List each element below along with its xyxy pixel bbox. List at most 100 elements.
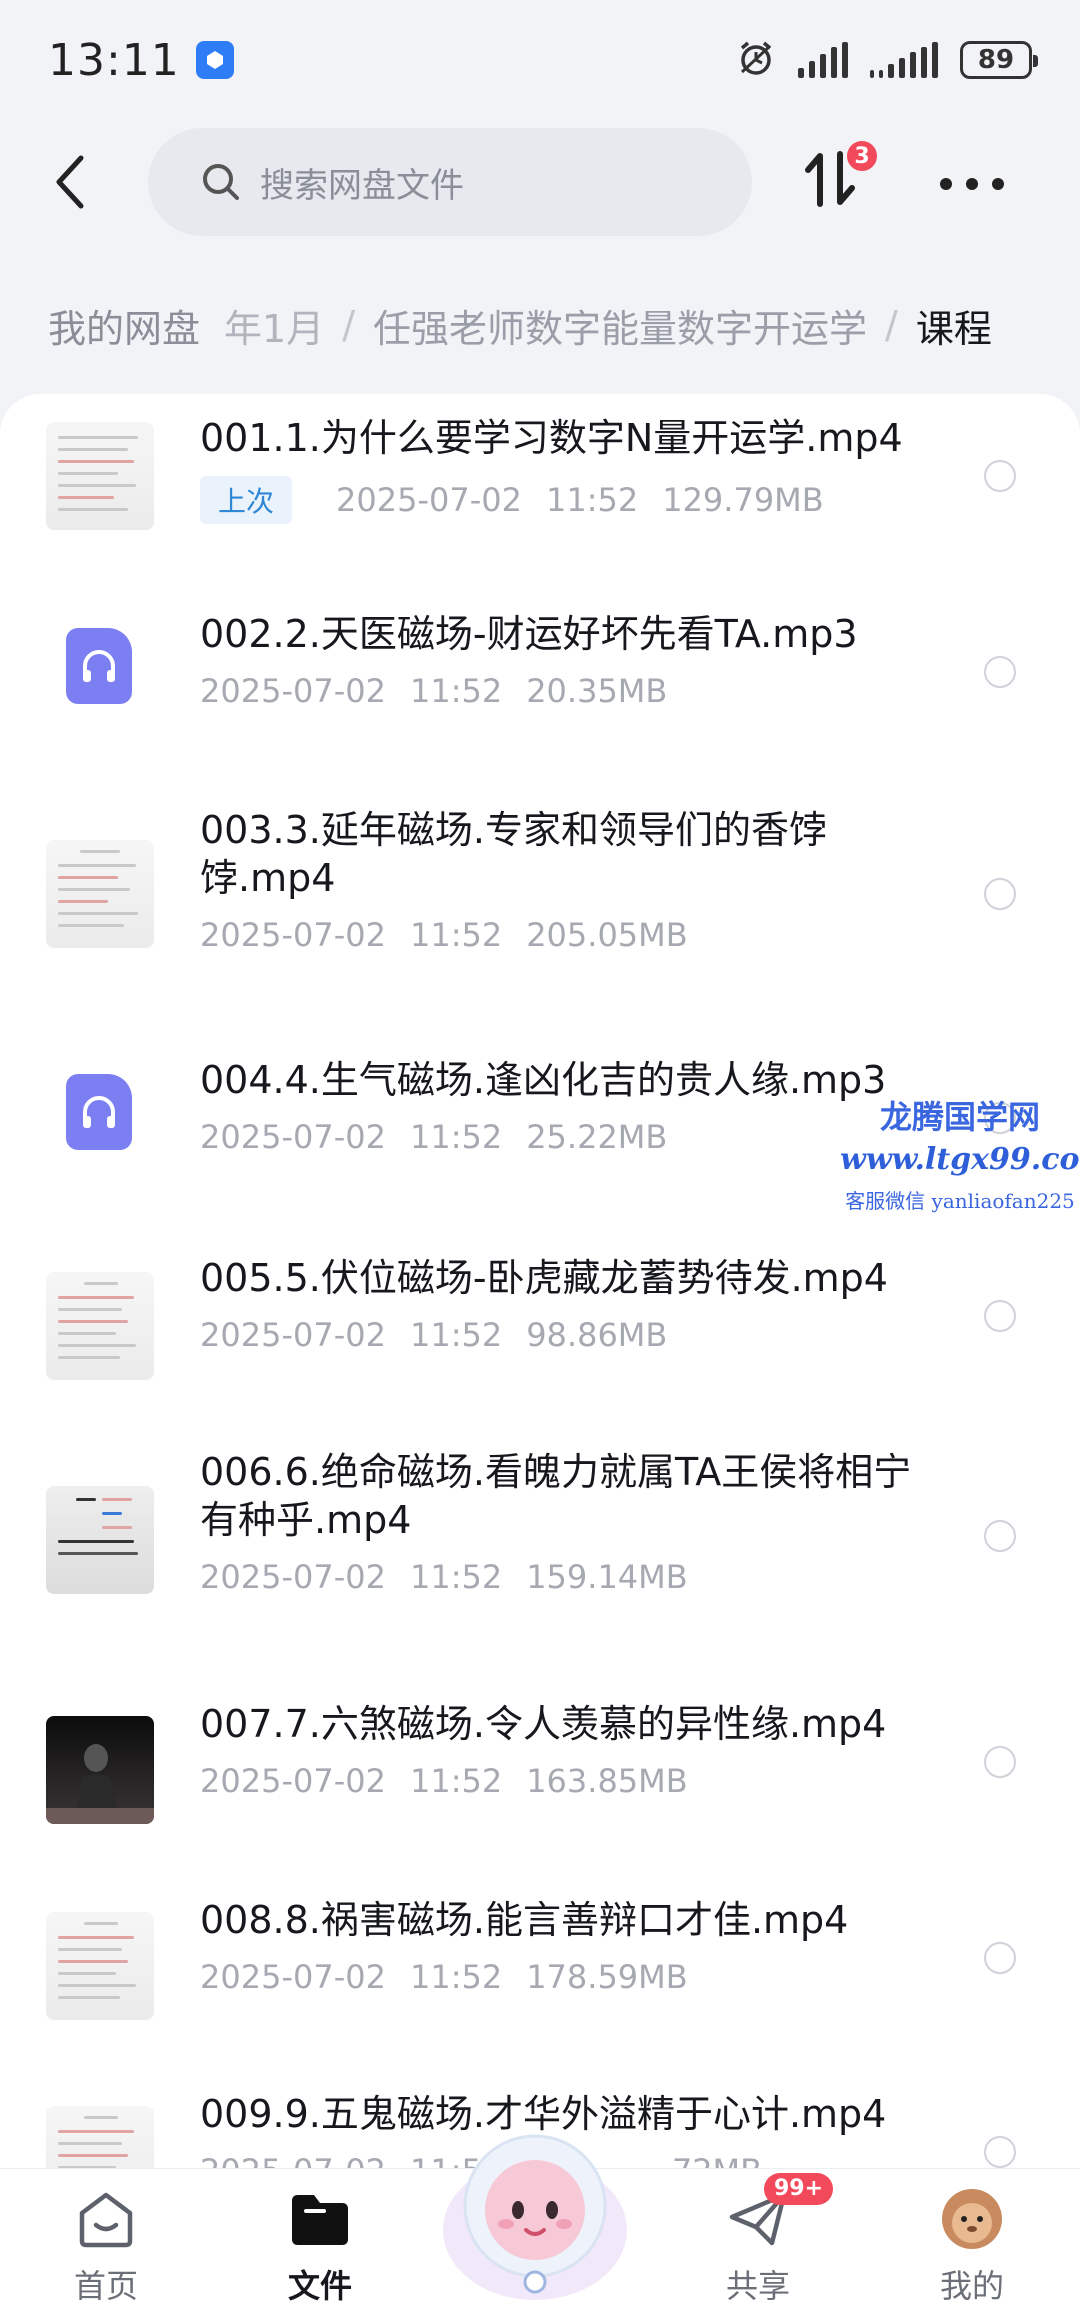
nav-share-label: 共享 xyxy=(725,2267,790,2305)
select-radio[interactable] xyxy=(984,656,1016,688)
transfer-button[interactable]: 3 xyxy=(800,138,880,224)
file-meta: 2025-07-02 11:52 98.86MB xyxy=(200,1316,667,1354)
more-dot xyxy=(940,178,952,190)
search-icon xyxy=(203,164,239,200)
file-meta: 2025-07-02 11:52 25.22MB xyxy=(200,1118,667,1156)
last-opened-tag: 上次 xyxy=(200,476,293,524)
file-time: 11:52 xyxy=(409,1762,503,1800)
breadcrumb-separator: / xyxy=(342,303,356,347)
more-options-button[interactable] xyxy=(940,164,1004,204)
file-date: 2025-07-02 xyxy=(336,481,522,519)
clock: 13:11 xyxy=(48,34,180,86)
file-meta: 2025-07-02 11:52 205.05MB xyxy=(200,916,688,954)
nav-me-label: 我的 xyxy=(939,2267,1004,2305)
file-size: 163.85MB xyxy=(526,1762,688,1800)
file-size: 178.59MB xyxy=(526,1958,688,1996)
chevron-left-icon xyxy=(56,155,84,209)
breadcrumb-root[interactable]: 我的网盘 xyxy=(48,298,200,353)
file-row[interactable]: 003.3.延年磁场.专家和领导们的香饽饽.mp4 2025-07-02 11:… xyxy=(0,786,1080,1036)
select-radio[interactable] xyxy=(984,1746,1016,1778)
file-name: 002.2.天医磁场-财运好坏先看TA.mp3 xyxy=(200,612,858,656)
file-size: 25.22MB xyxy=(526,1118,668,1156)
file-meta: 2025-07-02 11:52 178.59MB xyxy=(200,1958,688,1996)
file-meta: 2025-07-02 11:52 20.35MB xyxy=(200,672,667,710)
select-radio[interactable] xyxy=(984,878,1016,910)
file-list: 001.1.为什么要学习数字N量开运学.mp4 上次 2025-07-02 11… xyxy=(0,394,1080,2184)
file-time: 11:52 xyxy=(545,481,639,519)
file-name: 004.4.生气磁场.逢凶化吉的贵人缘.mp3 xyxy=(200,1058,887,1102)
file-date: 2025-07-02 xyxy=(200,916,386,954)
file-time: 11:52 xyxy=(409,672,503,710)
audio-file-icon xyxy=(66,1074,132,1150)
file-size: 159.14MB xyxy=(526,1558,688,1596)
file-time: 11:52 xyxy=(409,916,503,954)
nav-share[interactable]: 99+ 共享 xyxy=(698,2173,834,2307)
file-name: 003.3.延年磁场.专家和领导们的香饽饽.mp4 xyxy=(200,808,827,900)
share-count-badge: 99+ xyxy=(764,2173,834,2205)
signal-2-icon xyxy=(870,42,938,78)
breadcrumb-current: 课程 xyxy=(915,306,992,351)
file-date: 2025-07-02 xyxy=(200,1958,386,1996)
file-time: 11:52 xyxy=(409,1316,503,1354)
file-row[interactable]: 005.5.伏位磁场-卧虎藏龙蓄势待发.mp4 2025-07-02 11:52… xyxy=(0,1232,1080,1428)
file-time: 11:52 xyxy=(409,1558,503,1596)
file-meta: 2025-07-02 11:52 159.14MB xyxy=(200,1558,688,1596)
app-notification-icon xyxy=(195,41,234,79)
nav-home[interactable]: 首页 xyxy=(46,2187,166,2307)
file-row[interactable]: 001.1.为什么要学习数字N量开运学.mp4 上次 2025-07-02 11… xyxy=(0,394,1080,590)
file-thumbnail xyxy=(46,1912,154,2020)
file-date: 2025-07-02 xyxy=(200,672,386,710)
file-row[interactable]: 008.8.祸害磁场.能言善辩口才佳.mp4 2025-07-02 11:52 … xyxy=(0,1874,1080,2070)
select-radio[interactable] xyxy=(984,1300,1016,1332)
file-size: 98.86MB xyxy=(526,1316,668,1354)
breadcrumb-separator: / xyxy=(885,303,898,347)
file-meta: 上次 2025-07-02 11:52 129.79MB xyxy=(200,476,824,524)
nav-files[interactable]: 文件 xyxy=(260,2187,380,2307)
file-date: 2025-07-02 xyxy=(200,1558,386,1596)
breadcrumb-parent[interactable]: 任强老师数字能量数字开运学 xyxy=(373,298,867,353)
more-dot xyxy=(992,178,1004,190)
file-size: 205.05MB xyxy=(526,916,688,954)
file-date: 2025-07-02 xyxy=(200,1762,386,1800)
file-meta: 2025-07-02 11:52 163.85MB xyxy=(200,1762,688,1800)
folder-icon xyxy=(288,2187,352,2251)
file-row[interactable]: 006.6.绝命磁场.看魄力就属TA王侯将相宁有种乎.mp4 2025-07-0… xyxy=(0,1428,1080,1678)
breadcrumb: 我的网盘 年1月 / 任强老师数字能量数字开运学 / 课程 xyxy=(0,280,1080,370)
nav-home-label: 首页 xyxy=(73,2267,138,2305)
file-row[interactable]: 007.7.六煞磁场.令人羡慕的异性缘.mp4 2025-07-02 11:52… xyxy=(0,1678,1080,1874)
breadcrumb-partial[interactable]: 年1月 xyxy=(224,298,324,353)
file-name: 006.6.绝命磁场.看魄力就属TA王侯将相宁有种乎.mp4 xyxy=(200,1450,912,1542)
mascot-icon xyxy=(443,2134,627,2300)
nav-me[interactable]: 我的 xyxy=(912,2187,1032,2307)
file-thumbnail xyxy=(46,1272,154,1380)
file-size: 129.79MB xyxy=(662,481,824,519)
file-name: 008.8.祸害磁场.能言善辩口才佳.mp4 xyxy=(200,1898,849,1942)
ai-assistant-mascot-button[interactable] xyxy=(430,2110,640,2310)
file-thumbnail xyxy=(46,1486,154,1594)
search-placeholder: 搜索网盘文件 xyxy=(260,165,464,206)
headphones-icon xyxy=(83,1096,115,1128)
file-date: 2025-07-02 xyxy=(200,1316,386,1354)
file-thumbnail xyxy=(46,422,154,530)
file-thumbnail xyxy=(46,840,154,948)
file-name: 001.1.为什么要学习数字N量开运学.mp4 xyxy=(200,416,903,460)
header: 搜索网盘文件 3 xyxy=(0,124,1080,240)
file-row[interactable]: 002.2.天医磁场-财运好坏先看TA.mp3 2025-07-02 11:52… xyxy=(0,590,1080,786)
file-name: 005.5.伏位磁场-卧虎藏龙蓄势待发.mp4 xyxy=(200,1256,888,1300)
select-radio[interactable] xyxy=(984,460,1016,492)
nav-files-label: 文件 xyxy=(287,2267,352,2305)
file-row[interactable]: 004.4.生气磁场.逢凶化吉的贵人缘.mp3 2025-07-02 11:52… xyxy=(0,1036,1080,1232)
home-icon xyxy=(74,2187,138,2251)
alarm-icon xyxy=(736,38,776,82)
back-button[interactable] xyxy=(36,142,106,222)
select-radio[interactable] xyxy=(984,2136,1016,2168)
select-radio[interactable] xyxy=(984,1942,1016,1974)
select-radio[interactable] xyxy=(984,1102,1016,1134)
status-bar: 13:11 89 xyxy=(0,0,1080,120)
avatar xyxy=(940,2187,1004,2251)
transfer-count-badge: 3 xyxy=(844,138,880,174)
search-input[interactable]: 搜索网盘文件 xyxy=(148,128,752,236)
video-thumbnail xyxy=(46,1716,154,1824)
select-radio[interactable] xyxy=(984,1520,1016,1552)
file-date: 2025-07-02 xyxy=(200,1118,386,1156)
